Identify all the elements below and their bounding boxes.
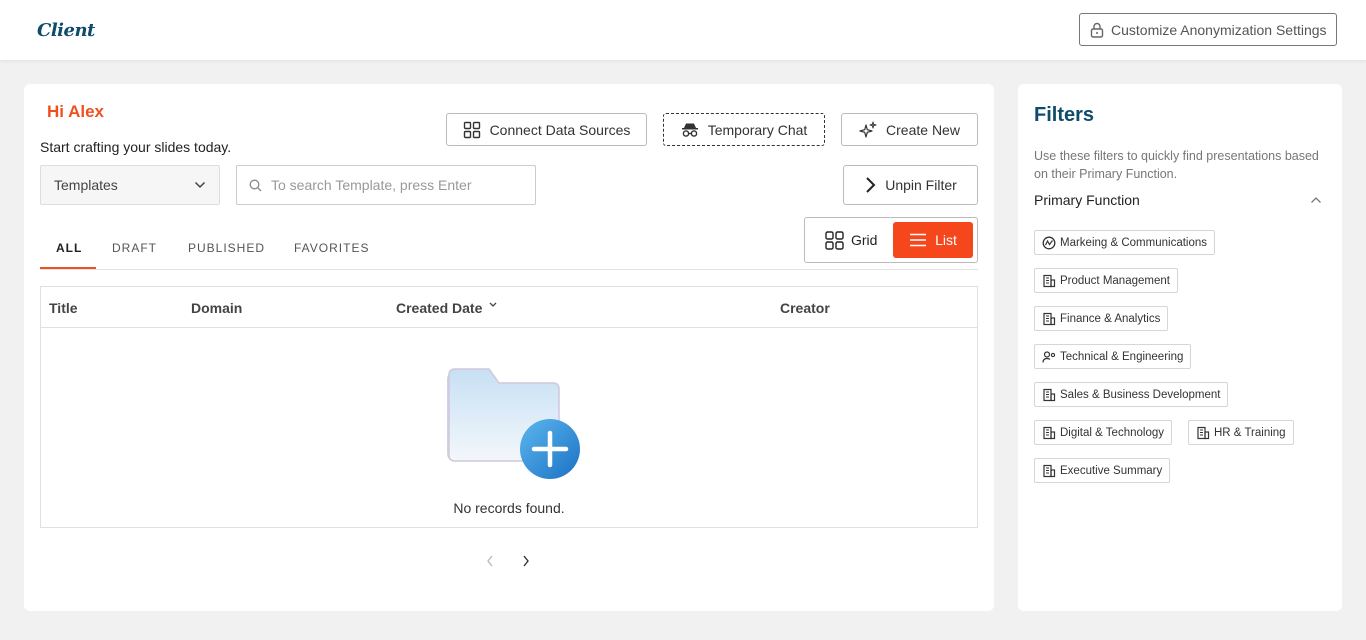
primary-function-heading[interactable]: Primary Function (1034, 192, 1140, 208)
search-input[interactable] (271, 177, 521, 193)
chevron-up-icon[interactable] (1310, 196, 1322, 204)
column-created-date[interactable]: Created Date (396, 300, 498, 316)
building-icon (1043, 426, 1056, 439)
chart-circle-icon (1042, 236, 1056, 249)
building-icon (1043, 274, 1056, 287)
empty-folder-add-icon (447, 368, 580, 479)
tab-draft[interactable]: DRAFT (112, 241, 157, 255)
create-new-button[interactable]: Create New (841, 113, 978, 146)
page-subtitle: Start crafting your slides today. (40, 139, 232, 155)
filter-chip-digital-technology[interactable]: Digital & Technology (1034, 420, 1172, 445)
filter-chip-label: Product Management (1060, 274, 1170, 287)
incognito-icon (681, 123, 698, 137)
filter-chip-label: Sales & Business Development (1060, 388, 1221, 401)
chevron-right-icon (866, 177, 876, 193)
filters-title: Filters (1034, 104, 1095, 126)
customize-anonymization-button[interactable]: Customize Anonymization Settings (1079, 13, 1337, 46)
filters-panel: Filters Use these filters to quickly fin… (1018, 84, 1342, 611)
building-icon (1043, 312, 1056, 325)
filter-chip-product-management[interactable]: Product Management (1034, 268, 1178, 293)
temporary-chat-label: Temporary Chat (707, 121, 808, 138)
customize-anonymization-label: Customize Anonymization Settings (1111, 21, 1327, 38)
filter-chip-technical-engineering[interactable]: Technical & Engineering (1034, 344, 1192, 369)
filter-chip-label: Executive Summary (1060, 464, 1163, 477)
filter-chip-sales-business[interactable]: Sales & Business Development (1034, 382, 1229, 407)
filters-description: Use these filters to quickly find presen… (1034, 149, 1319, 181)
filter-chip-label: HR & Training (1214, 426, 1286, 439)
building-icon (1197, 426, 1210, 439)
tab-favorites[interactable]: FAVORITES (294, 241, 369, 255)
unpin-filter-label: Unpin Filter (885, 177, 957, 193)
filter-chip-hr-training[interactable]: HR & Training (1188, 420, 1294, 445)
main-panel: Hi Alex Start crafting your slides today… (24, 84, 994, 611)
next-page-icon[interactable] (521, 554, 531, 568)
filter-chip-label: Digital & Technology (1060, 426, 1164, 439)
filter-chip-finance-analytics[interactable]: Finance & Analytics (1034, 306, 1169, 331)
search-box (236, 165, 536, 205)
column-created-date-label: Created Date (396, 300, 483, 316)
sort-down-icon (489, 302, 497, 307)
temporary-chat-button[interactable]: Temporary Chat (663, 113, 825, 146)
lock-icon (1090, 22, 1104, 38)
tab-all[interactable]: ALL (56, 241, 82, 255)
table-header: Title Domain Created Date Creator (41, 287, 977, 328)
top-bar: Client Customize Anonymization Settings (0, 0, 1366, 60)
status-tabs: ALL DRAFT PUBLISHED FAVORITES (40, 230, 978, 270)
connect-data-sources-button[interactable]: Connect Data Sources (446, 113, 647, 146)
template-type-select[interactable]: Templates (40, 165, 220, 205)
sparkle-icon (859, 121, 877, 138)
tab-published[interactable]: PUBLISHED (188, 241, 265, 255)
building-icon (1043, 388, 1056, 401)
client-logo[interactable]: Client (37, 20, 95, 41)
connect-data-sources-label: Connect Data Sources (489, 121, 631, 138)
column-title[interactable]: Title (49, 300, 78, 316)
filter-chip-label: Technical & Engineering (1060, 350, 1184, 363)
previous-page-icon[interactable] (485, 554, 495, 568)
chevron-down-icon (194, 181, 206, 189)
active-tab-indicator (40, 267, 96, 269)
create-new-label: Create New (886, 121, 960, 138)
unpin-filter-button[interactable]: Unpin Filter (843, 165, 978, 205)
grid-icon (463, 121, 480, 138)
column-creator[interactable]: Creator (780, 300, 830, 316)
filter-chip-executive-summary[interactable]: Executive Summary (1034, 458, 1171, 483)
empty-state-message: No records found. (453, 500, 565, 516)
templates-table: Title Domain Created Date Creator No rec… (40, 286, 978, 528)
greeting: Hi Alex (47, 102, 105, 121)
column-domain[interactable]: Domain (191, 300, 242, 316)
user-gear-icon (1042, 350, 1056, 363)
filter-chip-marketing[interactable]: Markeing & Communications (1034, 230, 1216, 255)
template-type-value: Templates (54, 177, 118, 193)
building-icon (1043, 464, 1056, 477)
filter-chip-label: Finance & Analytics (1060, 312, 1161, 325)
filter-chip-label: Markeing & Communications (1060, 236, 1208, 249)
search-icon (249, 179, 262, 191)
